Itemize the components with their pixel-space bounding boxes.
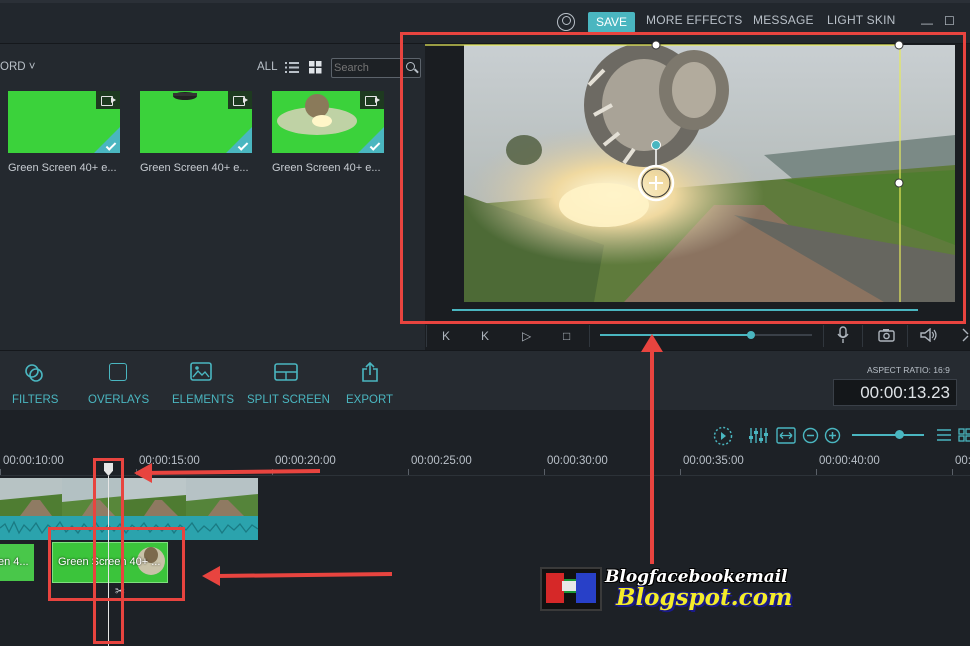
ruler-label: 00:00:35:00 [683,455,744,467]
audio-mixer-icon[interactable] [748,427,772,444]
message-link[interactable]: MESSAGE [753,13,814,27]
watermark-logo [540,567,602,611]
ruler-label: 00:00:40:00 [819,455,880,467]
minimize-button[interactable]: — [921,16,933,30]
snapshot-camera-icon[interactable] [878,328,895,342]
divider [823,325,824,347]
media-label-3: Green Screen 40+ e... [272,162,381,174]
aspect-ratio-label: ASPECT RATIO: 16:9 [867,365,950,375]
clip-a-label: en 4... [0,556,29,568]
ruler-label: 00:00:10:00 [3,455,64,467]
microphone-icon[interactable] [836,326,850,344]
media-label-2: Green Screen 40+ e... [140,162,249,174]
light-skin-link[interactable]: LIGHT SKIN [827,13,895,27]
maximize-button[interactable]: ☐ [944,14,955,28]
more-effects-link[interactable]: MORE EFFECTS [646,13,742,27]
media-label-1: Green Screen 40+ e... [8,162,117,174]
fullscreen-icon[interactable] [962,328,970,342]
video-camera-icon [96,91,120,109]
grid-toggle-icon[interactable] [958,428,970,442]
ruler-label: 00:00: [955,455,970,467]
save-button[interactable]: SAVE [588,12,635,33]
zoom-slider[interactable] [852,434,924,436]
zoom-in-icon[interactable] [824,427,841,444]
divider [862,325,863,347]
annotation-arrows [134,334,663,586]
filters-button[interactable]: FILTERS [12,394,58,406]
filters-icon[interactable] [23,362,45,384]
overlay-clip-a[interactable]: en 4... [0,544,34,581]
sort-dropdown[interactable]: ORD ˅ [0,61,35,73]
timecode-value: 00:00:13.23 [860,383,950,402]
divider [907,325,908,347]
volume-icon[interactable] [920,328,938,342]
grid-view-icon[interactable] [309,61,322,74]
fit-to-timeline-icon[interactable] [776,427,796,444]
timecode-display: 00:00:13.23 [833,379,957,406]
list-view-icon[interactable] [285,61,299,74]
zoom-slider-knob[interactable] [894,430,904,439]
title-stripe [0,0,970,3]
filter-all-tab[interactable]: ALL [257,61,277,73]
watermark-logo-graphic [546,573,596,603]
video-camera-icon [360,91,384,109]
search-input[interactable] [334,60,404,76]
watermark-line2: Blogspot.com [616,584,793,611]
media-thumbnail-1[interactable] [8,91,120,153]
zoom-out-icon[interactable] [802,427,819,444]
annotation-box-preview [400,32,966,324]
media-thumbnail-3[interactable] [272,91,384,153]
track-list-icon[interactable] [936,428,952,442]
video-camera-icon [228,91,252,109]
user-account-icon[interactable] [557,13,575,31]
media-library-panel [0,44,425,350]
scrubber-knob[interactable] [746,331,755,339]
media-thumbnail-2[interactable] [140,91,252,153]
render-preview-icon[interactable] [712,426,734,446]
